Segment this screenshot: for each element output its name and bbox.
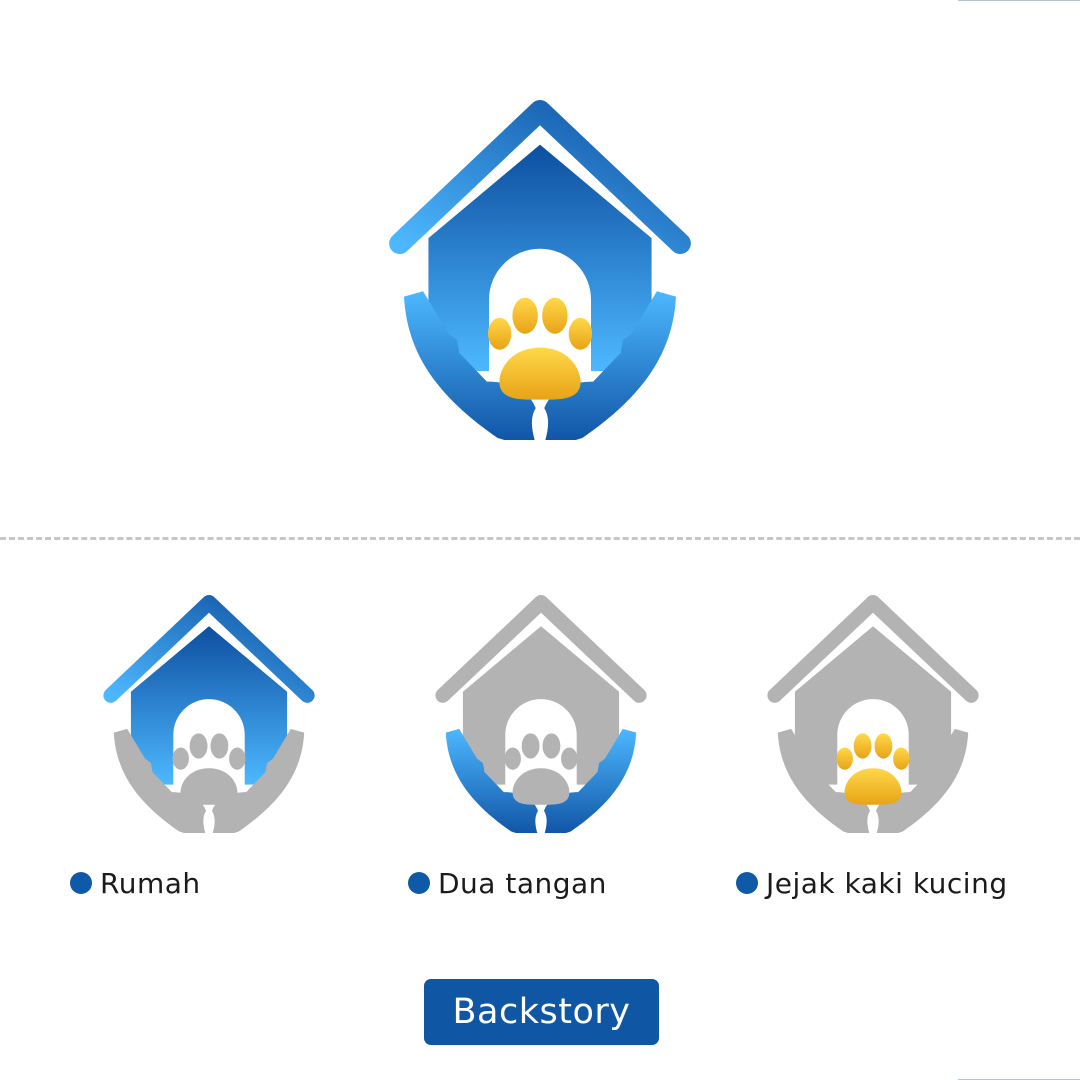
legend-label: Dua tangan [438,866,607,900]
bullet-icon [408,872,430,894]
legend-item-jejak-kaki-kucing: Jejak kaki kucing [736,866,1008,900]
bullet-icon [736,872,758,894]
legend-label: Jejak kaki kucing [766,866,1008,900]
logo-variant-hands-icon [435,595,647,833]
legend-item-rumah: Rumah [70,866,201,900]
corner-line-top [958,0,1080,1]
page: Rumah Dua tangan Jejak kaki kucing Backs… [0,0,1080,1080]
logo-variant-paw-icon [767,595,979,833]
legend-label: Rumah [100,866,201,900]
legend-item-dua-tangan: Dua tangan [408,866,607,900]
bullet-icon [70,872,92,894]
main-logo-icon [389,100,691,440]
dashed-divider [0,537,1080,540]
logo-variant-house-icon [103,595,315,833]
backstory-button[interactable]: Backstory [424,979,659,1045]
